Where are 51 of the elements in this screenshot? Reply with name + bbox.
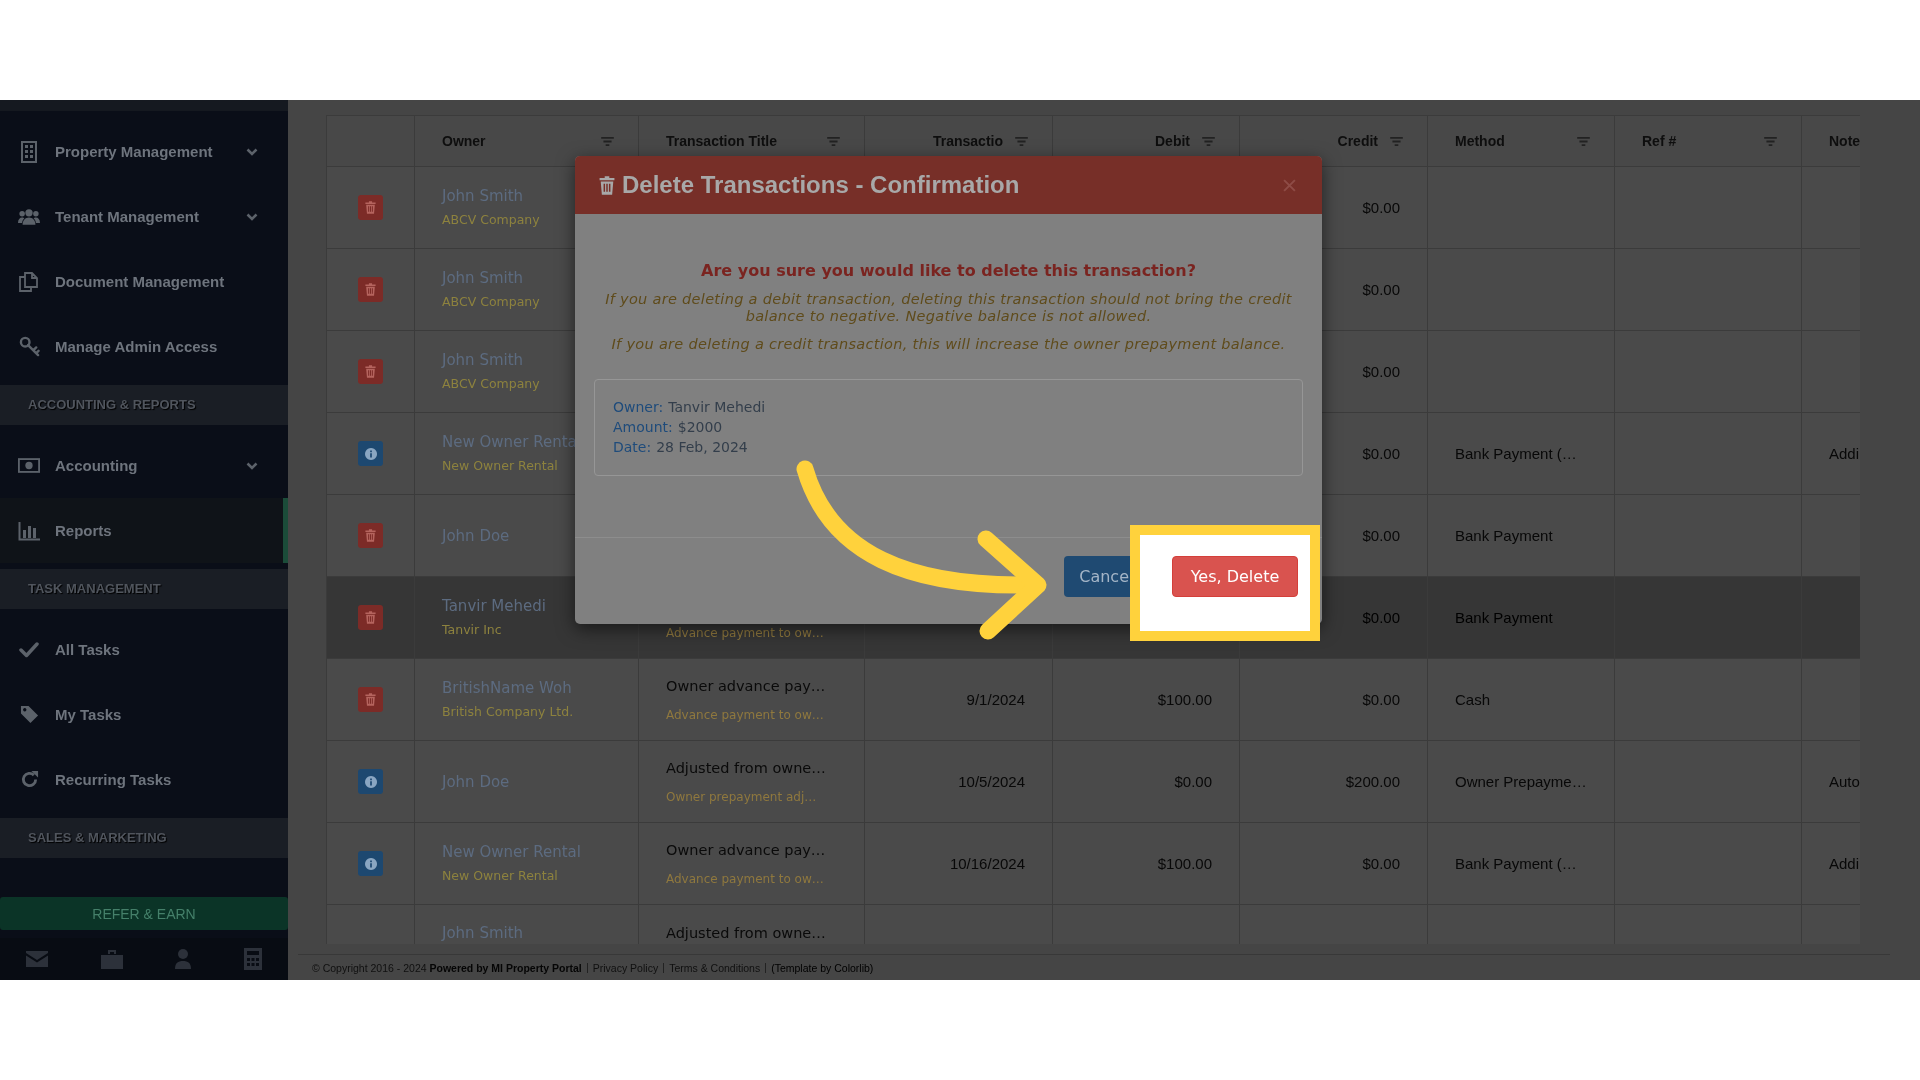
transaction-description: Advance payment to ow… (666, 870, 824, 888)
company-name: British Company Ltd. (442, 703, 574, 721)
transaction-description: Advance payment to ow… (666, 706, 824, 724)
company-name: ABCV Company (442, 375, 540, 393)
transaction-title: Owner advance pay… (666, 840, 826, 860)
detail-label: Owner: (613, 398, 664, 417)
date-text: 10/16/2024 (949, 853, 1025, 874)
transaction-title: Adjusted from owne… (666, 924, 826, 943)
date-text: 10/5/2024 (958, 771, 1025, 792)
payment-method: Bank Payment (… (1455, 853, 1577, 874)
payment-method: Owner Prepayme… (1455, 771, 1587, 792)
credit-amount: $0.00 (1362, 443, 1400, 464)
note-text: Addi (1829, 853, 1860, 874)
company-name: Tanvir Inc (442, 621, 502, 639)
note-text: Addi (1829, 443, 1860, 464)
credit-amount: $0.00 (1362, 279, 1400, 300)
warning-text: If you are deleting a debit transaction, deleting this transaction should not bring the credit balance to negative. Negative balance is not allowed. (604, 291, 1293, 325)
credit-amount: $0.00 (1362, 525, 1400, 546)
transaction-title: Adjusted from owne… (666, 758, 826, 778)
company-name: New Owner Rental (442, 457, 558, 475)
debit-amount: $100.00 (1157, 689, 1212, 710)
company-name: New Owner Rental (442, 867, 558, 885)
debit-amount: $100.00 (1157, 853, 1212, 874)
credit-amount: $0.00 (1362, 361, 1400, 382)
credit-amount: $0.00 (1362, 689, 1400, 710)
payment-method: Cash (1455, 689, 1491, 710)
detail-label: Date: (613, 438, 652, 457)
detail-value: 28 Feb, 2024 (656, 438, 748, 457)
transaction-description: Advance payment to ow… (666, 624, 824, 642)
debit-amount: $0.00 (1174, 771, 1212, 792)
template-credit: (Template by Colorlib) (771, 961, 874, 974)
detail-value: Tanvir Mehedi (668, 398, 766, 417)
credit-amount: $0.00 (1362, 853, 1400, 874)
transaction-description: Owner prepayment adj… (666, 788, 817, 806)
dialog-question: Are you sure you would like to delete this transaction? (700, 260, 1197, 282)
company-name: ABCV Company (442, 211, 540, 229)
payment-method: Bank Payment (… (1455, 443, 1577, 464)
transaction-title: Owner advance pay… (666, 676, 826, 696)
dialog-title: Delete Transactions - Confirmation (622, 171, 1021, 199)
sidebar-section-header: TASK MANAGEMENT (0, 569, 288, 609)
company-name: ABCV Company (442, 293, 540, 311)
date-text: 9/1/2024 (966, 689, 1025, 710)
warning-text: If you are deleting a credit transaction, this will increase the owner prepayment balance. (610, 336, 1287, 353)
payment-method: Bank Payment (1455, 525, 1553, 546)
detail-label: Amount: (613, 418, 673, 437)
sidebar-section-header: SALES & MARKETING (0, 818, 288, 858)
detail-value: $2000 (677, 418, 723, 437)
credit-amount: $200.00 (1345, 771, 1400, 792)
note-text: Auto (1829, 771, 1860, 792)
sidebar-section-header: ACCOUNTING & REPORTS (0, 385, 288, 425)
credit-amount: $0.00 (1362, 197, 1400, 218)
